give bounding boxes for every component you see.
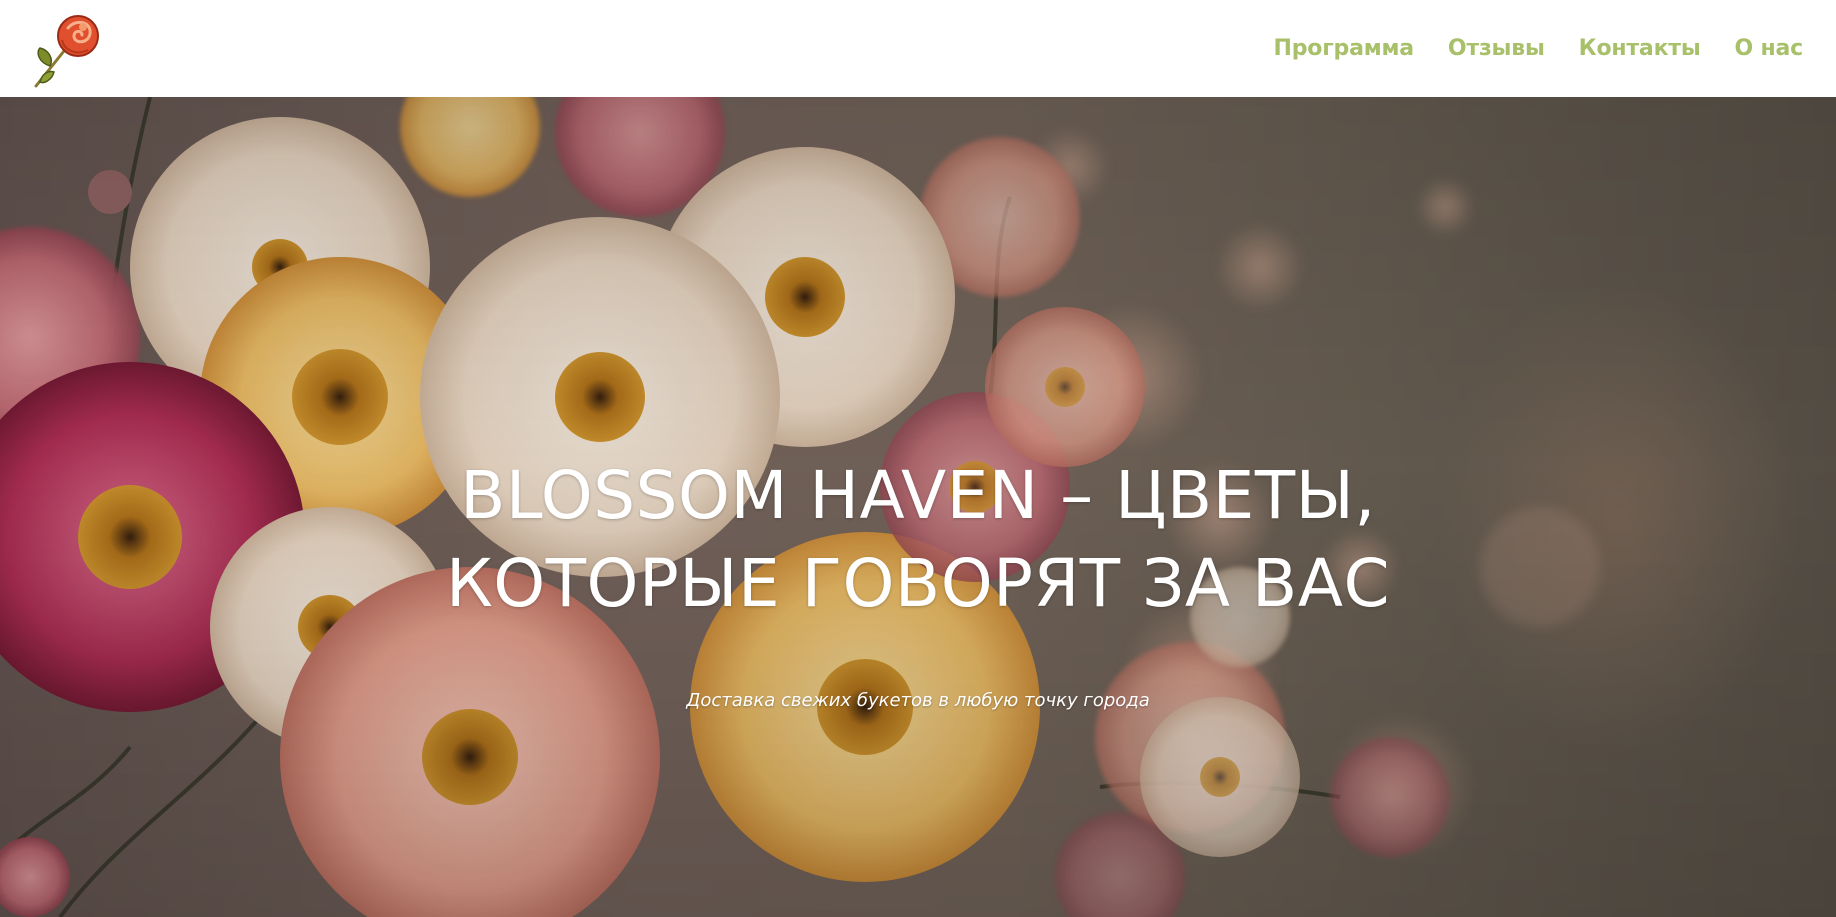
main-nav: Программа Отзывы Контакты О нас	[1274, 36, 1804, 61]
hero-title: BLOSSOM HAVEN – ЦВЕТЫ, КОТОРЫЕ ГОВОРЯТ З…	[0, 452, 1836, 628]
nav-link-contacts[interactable]: Контакты	[1579, 36, 1701, 61]
hero-title-line-1: BLOSSOM HAVEN – ЦВЕТЫ,	[460, 457, 1376, 534]
nav-link-about[interactable]: О нас	[1735, 36, 1804, 61]
site-header: Программа Отзывы Контакты О нас	[0, 0, 1836, 97]
hero-title-line-2: КОТОРЫЕ ГОВОРЯТ ЗА ВАС	[445, 545, 1391, 622]
rose-logo-icon[interactable]	[28, 10, 106, 88]
hero-section: BLOSSOM HAVEN – ЦВЕТЫ, КОТОРЫЕ ГОВОРЯТ З…	[0, 97, 1836, 917]
hero-content: BLOSSOM HAVEN – ЦВЕТЫ, КОТОРЫЕ ГОВОРЯТ З…	[0, 452, 1836, 711]
nav-link-program[interactable]: Программа	[1274, 36, 1415, 61]
hero-subtitle: Доставка свежих букетов в любую точку го…	[686, 690, 1150, 711]
nav-link-reviews[interactable]: Отзывы	[1448, 36, 1545, 61]
